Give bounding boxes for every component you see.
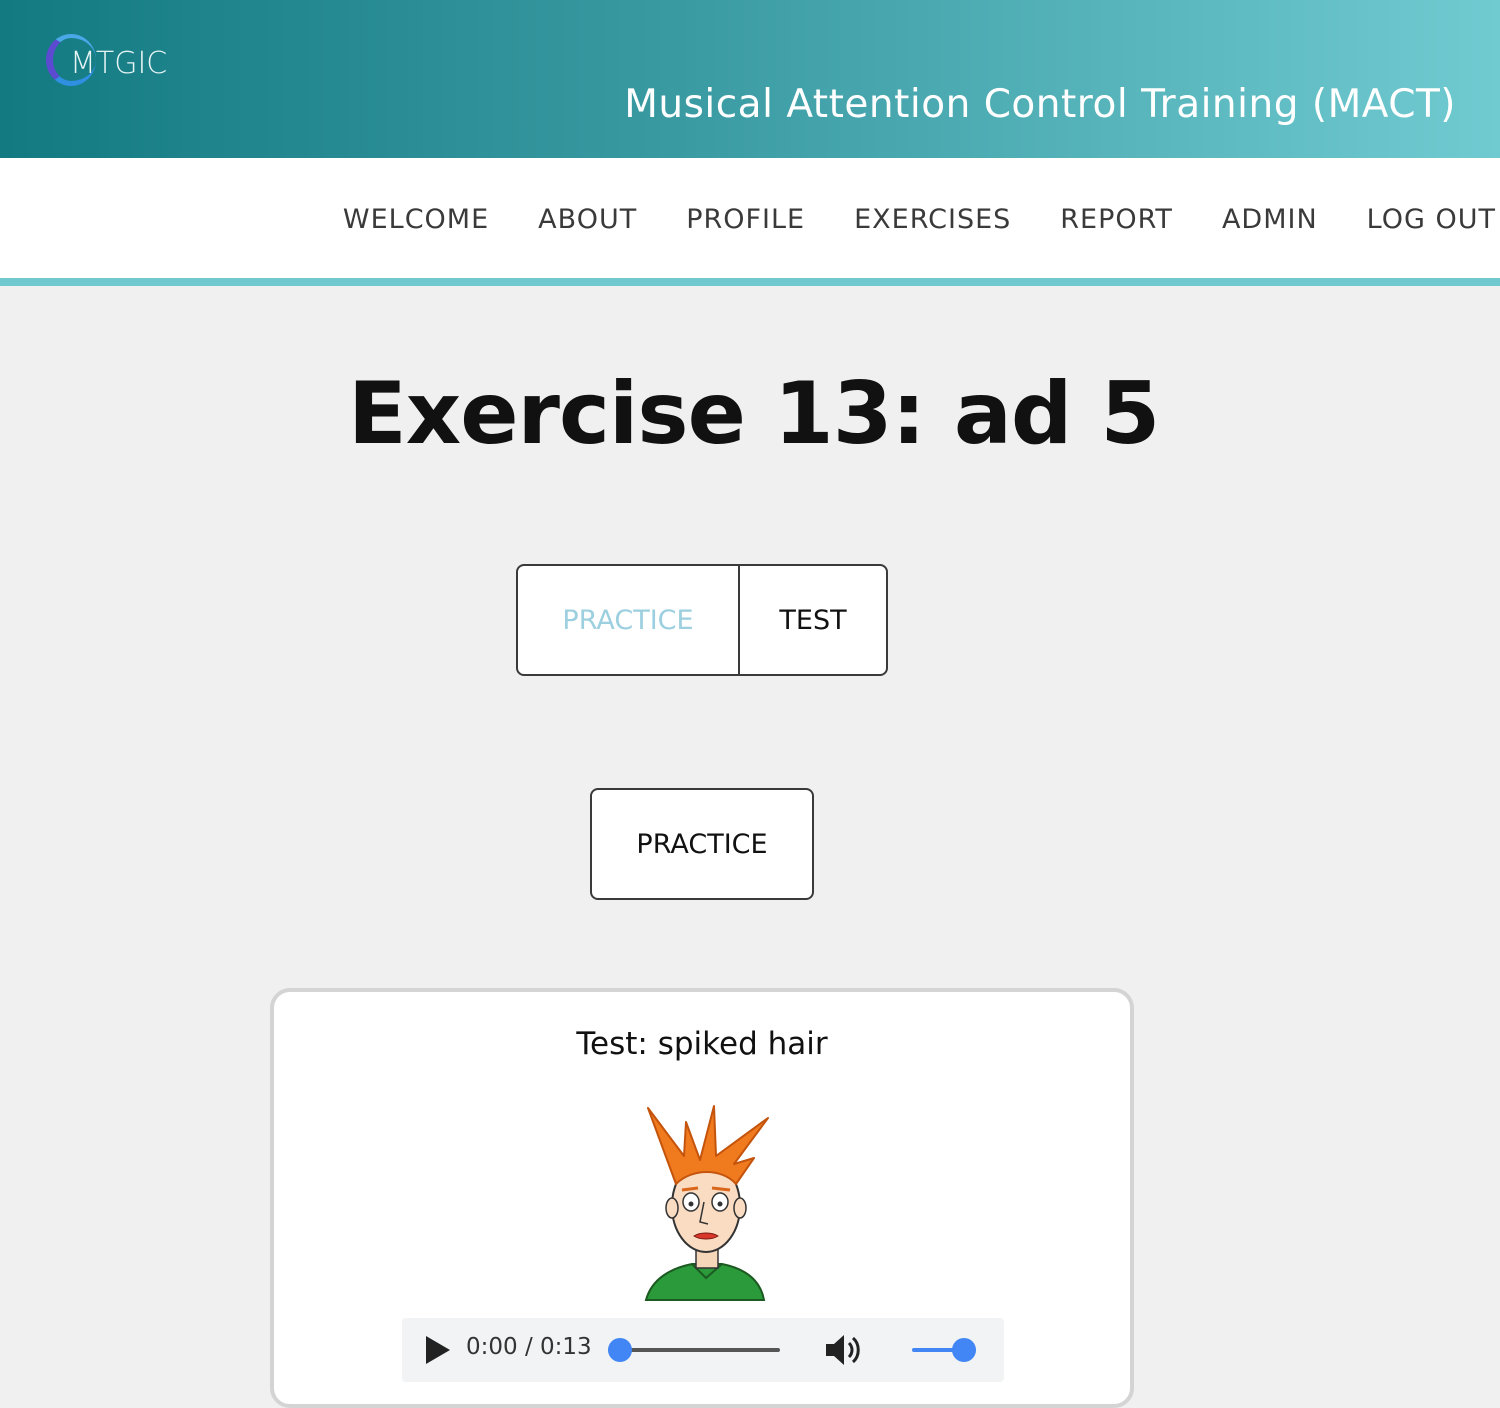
audio-progress-thumb[interactable] bbox=[608, 1338, 632, 1362]
mtgic-logo[interactable]: MTGIC bbox=[44, 32, 174, 94]
nav-logout[interactable]: LOG OUT bbox=[1367, 204, 1496, 235]
page-title: Exercise 13: ad 5 bbox=[348, 364, 1160, 464]
site-title: Musical Attention Control Training (MACT… bbox=[624, 82, 1456, 127]
nav-welcome[interactable]: WELCOME bbox=[343, 204, 489, 235]
nav-about[interactable]: ABOUT bbox=[538, 204, 637, 235]
spiked-hair-person-illustration bbox=[644, 1105, 769, 1301]
volume-slider[interactable] bbox=[912, 1338, 976, 1362]
nav-items: WELCOME ABOUT PROFILE EXERCISES REPORT A… bbox=[343, 204, 1496, 235]
play-icon[interactable] bbox=[424, 1334, 452, 1366]
volume-thumb[interactable] bbox=[952, 1338, 976, 1362]
nav-admin[interactable]: ADMIN bbox=[1222, 204, 1318, 235]
toggle-practice-button[interactable]: PRACTICE bbox=[518, 566, 740, 674]
card-title: Test: spiked hair bbox=[576, 1026, 828, 1062]
nav-report[interactable]: REPORT bbox=[1060, 204, 1173, 235]
nav-profile[interactable]: PROFILE bbox=[686, 204, 805, 235]
audio-time-display: 0:00 / 0:13 bbox=[466, 1334, 592, 1360]
nav-exercises[interactable]: EXERCISES bbox=[854, 204, 1011, 235]
volume-icon[interactable] bbox=[824, 1332, 864, 1368]
site-header: MTGIC Musical Attention Control Training… bbox=[0, 0, 1500, 158]
exercise-card: Test: spiked hair 0:00 / 0:13 bbox=[270, 988, 1134, 1408]
practice-button[interactable]: PRACTICE bbox=[590, 788, 814, 900]
logo-text: MTGIC bbox=[70, 46, 168, 81]
audio-progress-slider[interactable] bbox=[608, 1338, 780, 1362]
nav-accent-bar bbox=[0, 278, 1500, 286]
audio-player: 0:00 / 0:13 bbox=[402, 1318, 1004, 1382]
toggle-test-button[interactable]: TEST bbox=[740, 566, 886, 674]
audio-progress-track bbox=[608, 1348, 780, 1352]
main-nav: WELCOME ABOUT PROFILE EXERCISES REPORT A… bbox=[0, 158, 1500, 278]
mode-toggle: PRACTICE TEST bbox=[516, 564, 888, 676]
